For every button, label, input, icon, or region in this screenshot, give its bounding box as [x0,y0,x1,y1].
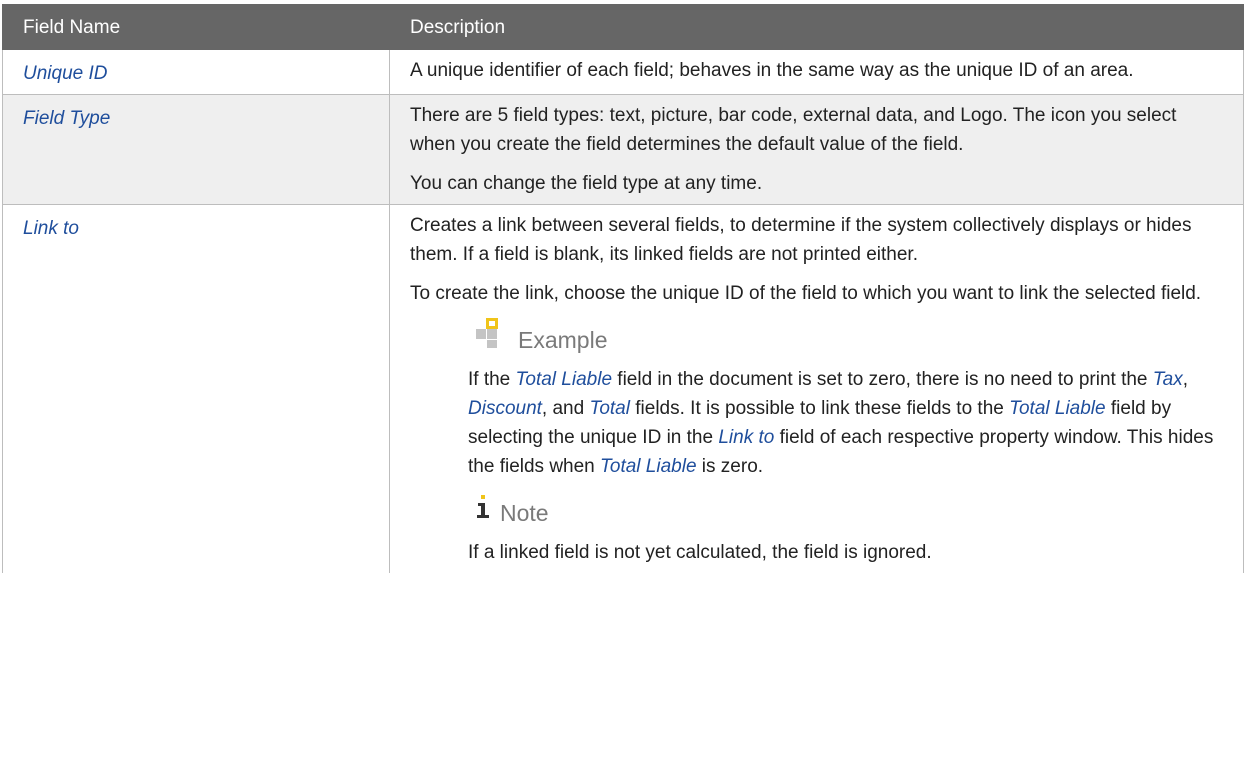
ref-total-liable: Total Liable [515,369,613,390]
table-row-field-type: Field Type There are 5 field types: text… [2,94,1244,205]
description-unique-id: A unique identifier of each field; behav… [389,49,1244,95]
example-text-part: is zero. [696,456,764,477]
example-text-part: , and [541,398,590,419]
ref-discount: Discount [468,398,542,419]
example-callout: Example If the Total Liable field in the… [468,318,1223,567]
ref-total-liable: Total Liable [1009,398,1106,419]
example-title: Example [518,327,608,353]
field-name-unique-id: Unique ID [2,49,390,95]
note-title: Note [500,500,549,526]
note-text: If a linked field is not yet calculated,… [468,542,932,563]
example-heading: Example [468,318,1223,355]
header-field-name: Field Name [2,4,390,50]
example-text-part: field in the document is set to zero, th… [612,369,1153,390]
field-name-link-to: Link to [2,204,390,573]
ref-total: Total [589,398,630,419]
ref-link-to: Link to [718,427,775,448]
info-note-icon [476,491,492,528]
description-field-type: There are 5 field types: text, picture, … [389,94,1244,205]
header-description: Description [389,4,1244,50]
ref-tax: Tax [1152,369,1183,390]
description-link-to: Creates a link between several fields, t… [389,204,1244,573]
ref-total-liable: Total Liable [600,456,697,477]
example-text-part: fields. It is possible to link these fie… [629,398,1010,419]
table-row-unique-id: Unique ID A unique identifier of each fi… [2,49,1244,95]
field-type-description-text: There are 5 field types: text, picture, … [410,105,1177,155]
example-text-part: , [1182,369,1188,390]
link-to-instruction-text: To create the link, choose the unique ID… [410,283,1202,304]
example-text: If the Total Liable field in the documen… [468,365,1223,481]
example-puzzle-icon [476,318,510,355]
table-row-link-to: Link to Creates a link between several f… [2,204,1244,573]
field-name-field-type: Field Type [2,94,390,205]
field-properties-table: Field Name Description Unique ID A uniqu… [2,4,1244,573]
document-page: Field Name Description Unique ID A uniqu… [0,0,1245,780]
note-heading: Note [468,491,1223,528]
field-type-change-text: You can change the field type at any tim… [410,173,763,194]
example-text-part: If the [468,369,516,390]
link-to-description-text: Creates a link between several fields, t… [410,215,1192,265]
unique-id-description-text: A unique identifier of each field; behav… [410,60,1134,81]
table-header-row: Field Name Description [2,4,1244,50]
